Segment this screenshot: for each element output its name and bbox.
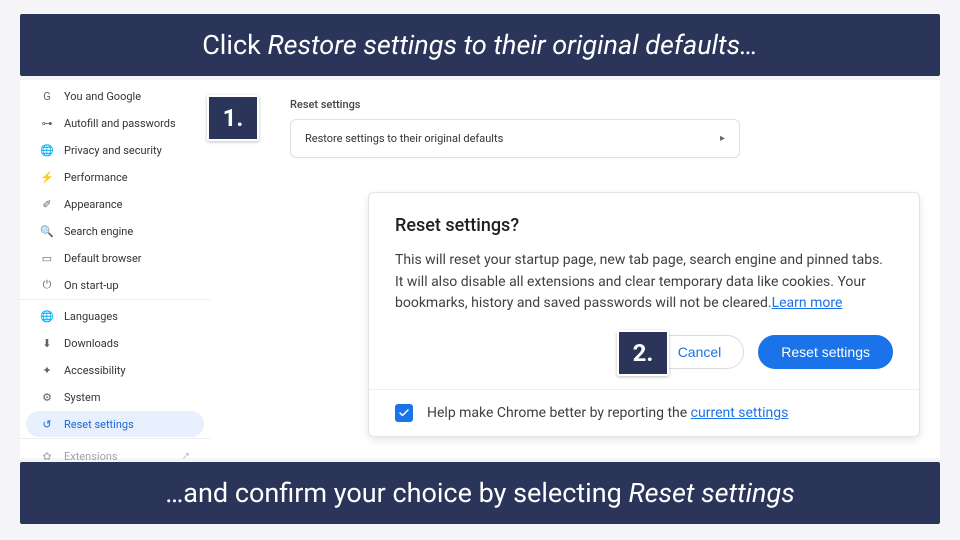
sidebar-item-on-start-up[interactable]: ⏻ On start-up <box>26 272 204 298</box>
restore-defaults-label: Restore settings to their original defau… <box>305 132 503 145</box>
search-engine-icon: 🔍 <box>40 224 54 238</box>
step-badge-1: 1. <box>207 95 259 141</box>
sidebar-item-privacy-and-security[interactable]: 🌐 Privacy and security <box>26 137 204 163</box>
sidebar-item-label: System <box>64 391 101 404</box>
dialog-text: This will reset your startup page, new t… <box>395 250 893 315</box>
reset-settings-icon: ↺ <box>40 417 54 431</box>
sidebar-item-accessibility[interactable]: ✦ Accessibility <box>26 357 204 383</box>
default-browser-icon: ▭ <box>40 251 54 265</box>
restore-defaults-row[interactable]: Restore settings to their original defau… <box>290 119 740 158</box>
instruction-banner-bottom: …and confirm your choice by selecting Re… <box>20 462 940 524</box>
languages-icon: 🌐 <box>40 309 54 323</box>
section-title-reset: Reset settings <box>290 98 940 111</box>
banner-top-prefix: Click <box>202 29 267 61</box>
external-link-icon: ↗ <box>182 451 190 462</box>
banner-bottom-prefix: …and confirm your choice by selecting <box>165 477 628 509</box>
sidebar-item-label: You and Google <box>64 90 141 103</box>
banner-top-italic: Restore settings to their original defau… <box>267 29 757 61</box>
appearance-icon: ✐ <box>40 197 54 211</box>
sidebar-item-performance[interactable]: ⚡ Performance <box>26 164 204 190</box>
step-badge-2: 2. <box>617 330 669 376</box>
privacy-and-security-icon: 🌐 <box>40 143 54 157</box>
report-settings-checkbox[interactable] <box>395 404 413 422</box>
instruction-banner-top: Click Restore settings to their original… <box>20 14 940 76</box>
sidebar-item-label: Privacy and security <box>64 144 162 157</box>
sidebar-item-autofill-and-passwords[interactable]: ⊶ Autofill and passwords <box>26 110 204 136</box>
you-and-google-icon: G <box>40 89 54 103</box>
sidebar-item-label: Downloads <box>64 337 119 350</box>
banner-bottom-italic: Reset settings <box>629 477 795 509</box>
sidebar-item-label: Appearance <box>64 198 123 211</box>
learn-more-link[interactable]: Learn more <box>772 295 843 311</box>
reset-settings-dialog: Reset settings? This will reset your sta… <box>368 192 920 437</box>
sidebar-item-appearance[interactable]: ✐ Appearance <box>26 191 204 217</box>
sidebar-item-label: Reset settings <box>64 418 134 431</box>
sidebar-item-languages[interactable]: 🌐 Languages <box>26 303 204 329</box>
sidebar-item-label: Extensions <box>64 450 118 463</box>
downloads-icon: ⬇ <box>40 336 54 350</box>
sidebar-group-1: G You and Google ⊶ Autofill and passwords 🌐 P… <box>20 80 210 300</box>
reset-settings-button[interactable]: Reset settings <box>758 335 893 369</box>
performance-icon: ⚡ <box>40 170 54 184</box>
settings-sidebar: G You and Google ⊶ Autofill and passwords 🌐 P… <box>20 80 210 458</box>
sidebar-group-2: 🌐 Languages ⬇ Downloads ✦ Accessibility ⚙ Syste… <box>20 300 210 439</box>
current-settings-link[interactable]: current settings <box>691 405 789 421</box>
autofill-and-passwords-icon: ⊶ <box>40 116 54 130</box>
sidebar-item-label: Performance <box>64 171 128 184</box>
system-icon: ⚙ <box>40 390 54 404</box>
sidebar-item-you-and-google[interactable]: G You and Google <box>26 83 204 109</box>
help-text: Help make Chrome better by reporting the… <box>427 405 788 421</box>
sidebar-item-label: Autofill and passwords <box>64 117 176 130</box>
sidebar-item-label: Languages <box>64 310 118 323</box>
sidebar-item-downloads[interactable]: ⬇ Downloads <box>26 330 204 356</box>
sidebar-item-label: Default browser <box>64 252 142 265</box>
accessibility-icon: ✦ <box>40 363 54 377</box>
check-icon <box>398 407 410 419</box>
sidebar-item-label: Search engine <box>64 225 133 238</box>
sidebar-item-search-engine[interactable]: 🔍 Search engine <box>26 218 204 244</box>
on-start-up-icon: ⏻ <box>40 278 54 292</box>
chevron-right-icon: ▸ <box>720 133 725 144</box>
sidebar-item-reset-settings[interactable]: ↺ Reset settings <box>26 411 204 437</box>
extension-icon: ✿ <box>40 449 54 463</box>
dialog-title: Reset settings? <box>395 215 893 236</box>
sidebar-item-system[interactable]: ⚙ System <box>26 384 204 410</box>
sidebar-item-label: On start-up <box>64 279 119 292</box>
sidebar-item-label: Accessibility <box>64 364 126 377</box>
sidebar-item-default-browser[interactable]: ▭ Default browser <box>26 245 204 271</box>
